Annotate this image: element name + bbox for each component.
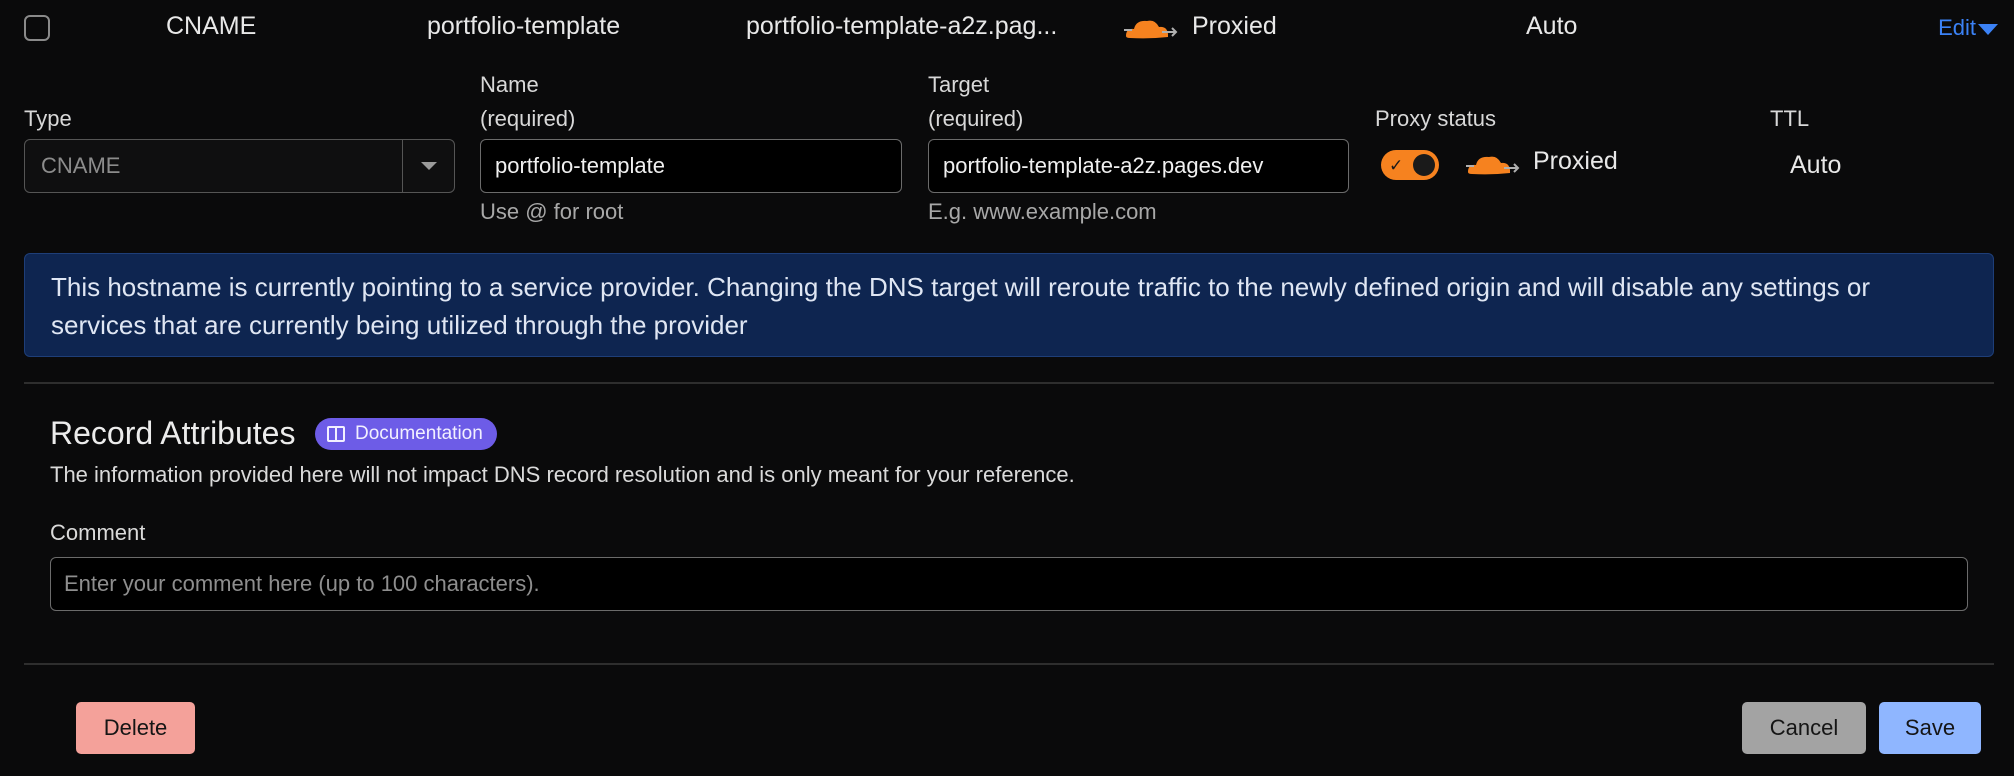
name-label: Name: [480, 72, 539, 97]
ttl-value: Auto: [1790, 151, 1842, 179]
type-select-value: CNAME: [41, 153, 121, 178]
caret-down-icon[interactable]: [1978, 23, 1998, 35]
name-input[interactable]: portfolio-template: [480, 139, 902, 193]
ttl-label: TTL: [1770, 106, 1810, 131]
comment-input[interactable]: Enter your comment here (up to 100 chara…: [50, 557, 1968, 611]
record-attributes-title: Record Attributes: [50, 415, 296, 451]
row-proxy-status: Proxied: [1192, 12, 1277, 40]
divider: [24, 382, 1994, 384]
edit-toggle[interactable]: Edit: [1938, 15, 1998, 41]
target-label: Target: [928, 72, 990, 97]
documentation-label[interactable]: Documentation: [355, 423, 483, 445]
proxy-toggle[interactable]: ✓: [1381, 150, 1439, 180]
provider-warning-banner: This hostname is currently pointing to a…: [24, 253, 1994, 357]
target-input-value: portfolio-template-a2z.pages.dev: [943, 153, 1264, 178]
record-attributes-description: The information provided here will not i…: [50, 462, 1075, 487]
target-required: (required): [928, 106, 1024, 131]
cloud-proxied-icon: [1120, 14, 1180, 47]
name-input-value: portfolio-template: [495, 153, 665, 178]
row-name: portfolio-template: [427, 12, 621, 40]
row-target: portfolio-template-a2z.pag...: [746, 12, 1058, 40]
type-select[interactable]: CNAME: [24, 139, 455, 193]
cancel-button[interactable]: Cancel: [1742, 702, 1866, 754]
row-select-checkbox[interactable]: [24, 15, 50, 41]
documentation-link[interactable]: Documentation: [315, 418, 497, 450]
save-button[interactable]: Save: [1879, 702, 1981, 754]
check-icon: ✓: [1389, 155, 1404, 175]
book-icon: [327, 426, 345, 442]
target-hint: E.g. www.example.com: [928, 199, 1157, 224]
cloud-proxied-icon: [1462, 150, 1522, 183]
toggle-knob: [1413, 154, 1435, 176]
proxy-status-value: Proxied: [1533, 147, 1618, 175]
divider: [24, 663, 1994, 665]
row-type: CNAME: [166, 12, 257, 40]
type-label: Type: [24, 106, 72, 131]
target-input[interactable]: portfolio-template-a2z.pages.dev: [928, 139, 1349, 193]
name-hint: Use @ for root: [480, 199, 624, 224]
edit-label[interactable]: Edit: [1938, 15, 1976, 41]
comment-placeholder: Enter your comment here (up to 100 chara…: [64, 571, 540, 596]
chevron-down-icon: [420, 162, 437, 170]
comment-label: Comment: [50, 520, 146, 545]
delete-button[interactable]: Delete: [76, 702, 195, 754]
proxy-status-label: Proxy status: [1375, 106, 1497, 131]
type-select-caret[interactable]: [402, 140, 454, 192]
row-ttl: Auto: [1526, 12, 1578, 40]
name-required: (required): [480, 106, 576, 131]
